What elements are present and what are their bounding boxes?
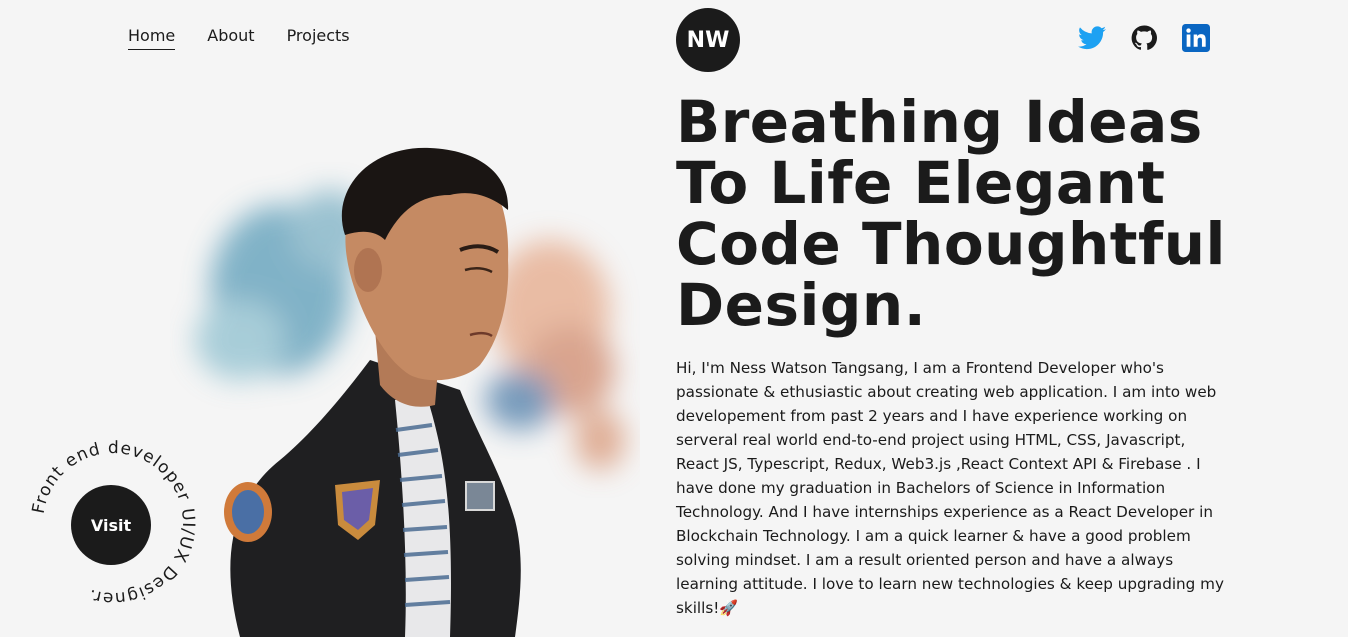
linkedin-icon[interactable] [1182,24,1210,52]
twitter-icon[interactable] [1078,24,1106,52]
site-logo[interactable]: NW [676,8,740,72]
nav-about[interactable]: About [207,26,254,50]
nav-projects[interactable]: Projects [287,26,350,50]
main-nav: Home About Projects [128,26,350,50]
visit-badge: Front end developer UI/UX Designer. Visi… [29,438,198,608]
hero-bio: Hi, I'm Ness Watson Tangsang, I am a Fro… [676,359,1224,617]
visit-button[interactable]: Visit [71,485,151,565]
developer-portrait [170,140,640,637]
social-links [1078,24,1210,52]
github-icon[interactable] [1130,24,1158,52]
nav-home[interactable]: Home [128,26,176,50]
hero-headline: Breathing Ideas To Life Elegant Code Tho… [676,88,1226,339]
